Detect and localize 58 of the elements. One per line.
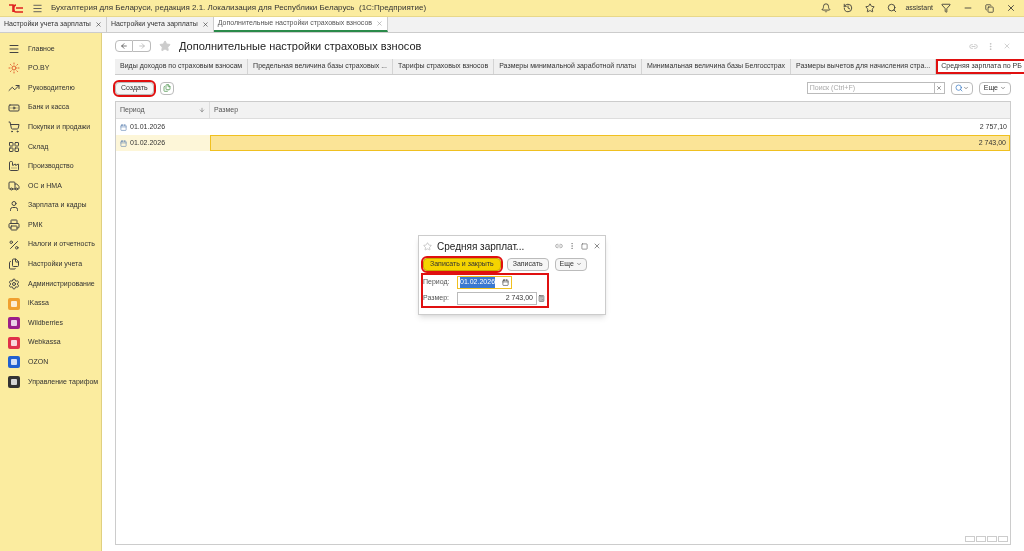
search-icon[interactable] bbox=[887, 3, 898, 13]
close-icon[interactable] bbox=[593, 242, 601, 250]
section-icon bbox=[8, 179, 20, 192]
section-icon bbox=[8, 121, 20, 134]
search-icon bbox=[954, 84, 963, 92]
star-icon[interactable] bbox=[865, 3, 876, 13]
clear-button[interactable] bbox=[934, 82, 945, 94]
section-icon bbox=[8, 62, 20, 75]
search-button[interactable] bbox=[950, 81, 973, 95]
logo-icon bbox=[8, 3, 24, 13]
section-icon bbox=[8, 258, 20, 271]
section-icon bbox=[8, 82, 20, 94]
history-icon[interactable] bbox=[843, 3, 854, 13]
close-icon[interactable] bbox=[1006, 3, 1016, 13]
link-icon[interactable] bbox=[969, 41, 978, 51]
favorite-icon[interactable] bbox=[159, 40, 171, 52]
close-icon[interactable] bbox=[201, 21, 209, 28]
favorite-icon[interactable] bbox=[423, 241, 432, 251]
calendar-icon bbox=[120, 139, 127, 147]
section-icon bbox=[8, 375, 20, 388]
section-icon bbox=[8, 199, 20, 212]
section-icon bbox=[8, 160, 20, 173]
menu-icon[interactable] bbox=[32, 2, 43, 14]
bell-icon[interactable] bbox=[821, 3, 832, 13]
caret-icon bbox=[575, 261, 582, 267]
close-icon[interactable] bbox=[94, 21, 102, 28]
arrow-left-icon bbox=[120, 42, 128, 50]
calculator-icon[interactable] bbox=[538, 295, 545, 302]
close-icon bbox=[936, 85, 943, 91]
caret-icon bbox=[1000, 85, 1006, 91]
section-icon bbox=[8, 42, 20, 55]
link-icon[interactable] bbox=[555, 242, 563, 250]
section-icon bbox=[8, 101, 20, 114]
section-icon bbox=[8, 238, 20, 251]
section-icon bbox=[8, 356, 20, 369]
form-title: Дополнительные настройки страховых взносов bbox=[179, 38, 422, 54]
more-icon[interactable] bbox=[568, 242, 576, 250]
section-icon bbox=[8, 336, 20, 349]
copy-icon bbox=[162, 84, 171, 92]
section-icon bbox=[8, 140, 20, 153]
section-icon bbox=[8, 277, 20, 290]
calendar-icon bbox=[120, 123, 127, 131]
forward-button[interactable] bbox=[133, 40, 151, 52]
filter-icon[interactable] bbox=[941, 3, 951, 13]
section-icon bbox=[8, 317, 20, 330]
back-button[interactable] bbox=[115, 40, 133, 52]
arrow-right-icon bbox=[137, 42, 146, 50]
copy-button[interactable] bbox=[159, 81, 174, 95]
section-icon bbox=[8, 297, 20, 310]
app-title: Бухгалтерия для Беларуси, редакция 2.1. Локализация для Республики Беларусь (1С:Предприятие) bbox=[51, 2, 427, 14]
restore-icon[interactable] bbox=[985, 3, 994, 13]
sort-arrow-icon[interactable] bbox=[199, 107, 205, 113]
more-icon[interactable] bbox=[986, 41, 995, 51]
section-icon bbox=[8, 219, 20, 232]
calendar-icon[interactable] bbox=[502, 279, 509, 286]
dialog-title: Средняя зарплат... bbox=[437, 239, 525, 254]
caret-icon bbox=[962, 85, 969, 91]
maximize-icon[interactable] bbox=[581, 242, 588, 250]
